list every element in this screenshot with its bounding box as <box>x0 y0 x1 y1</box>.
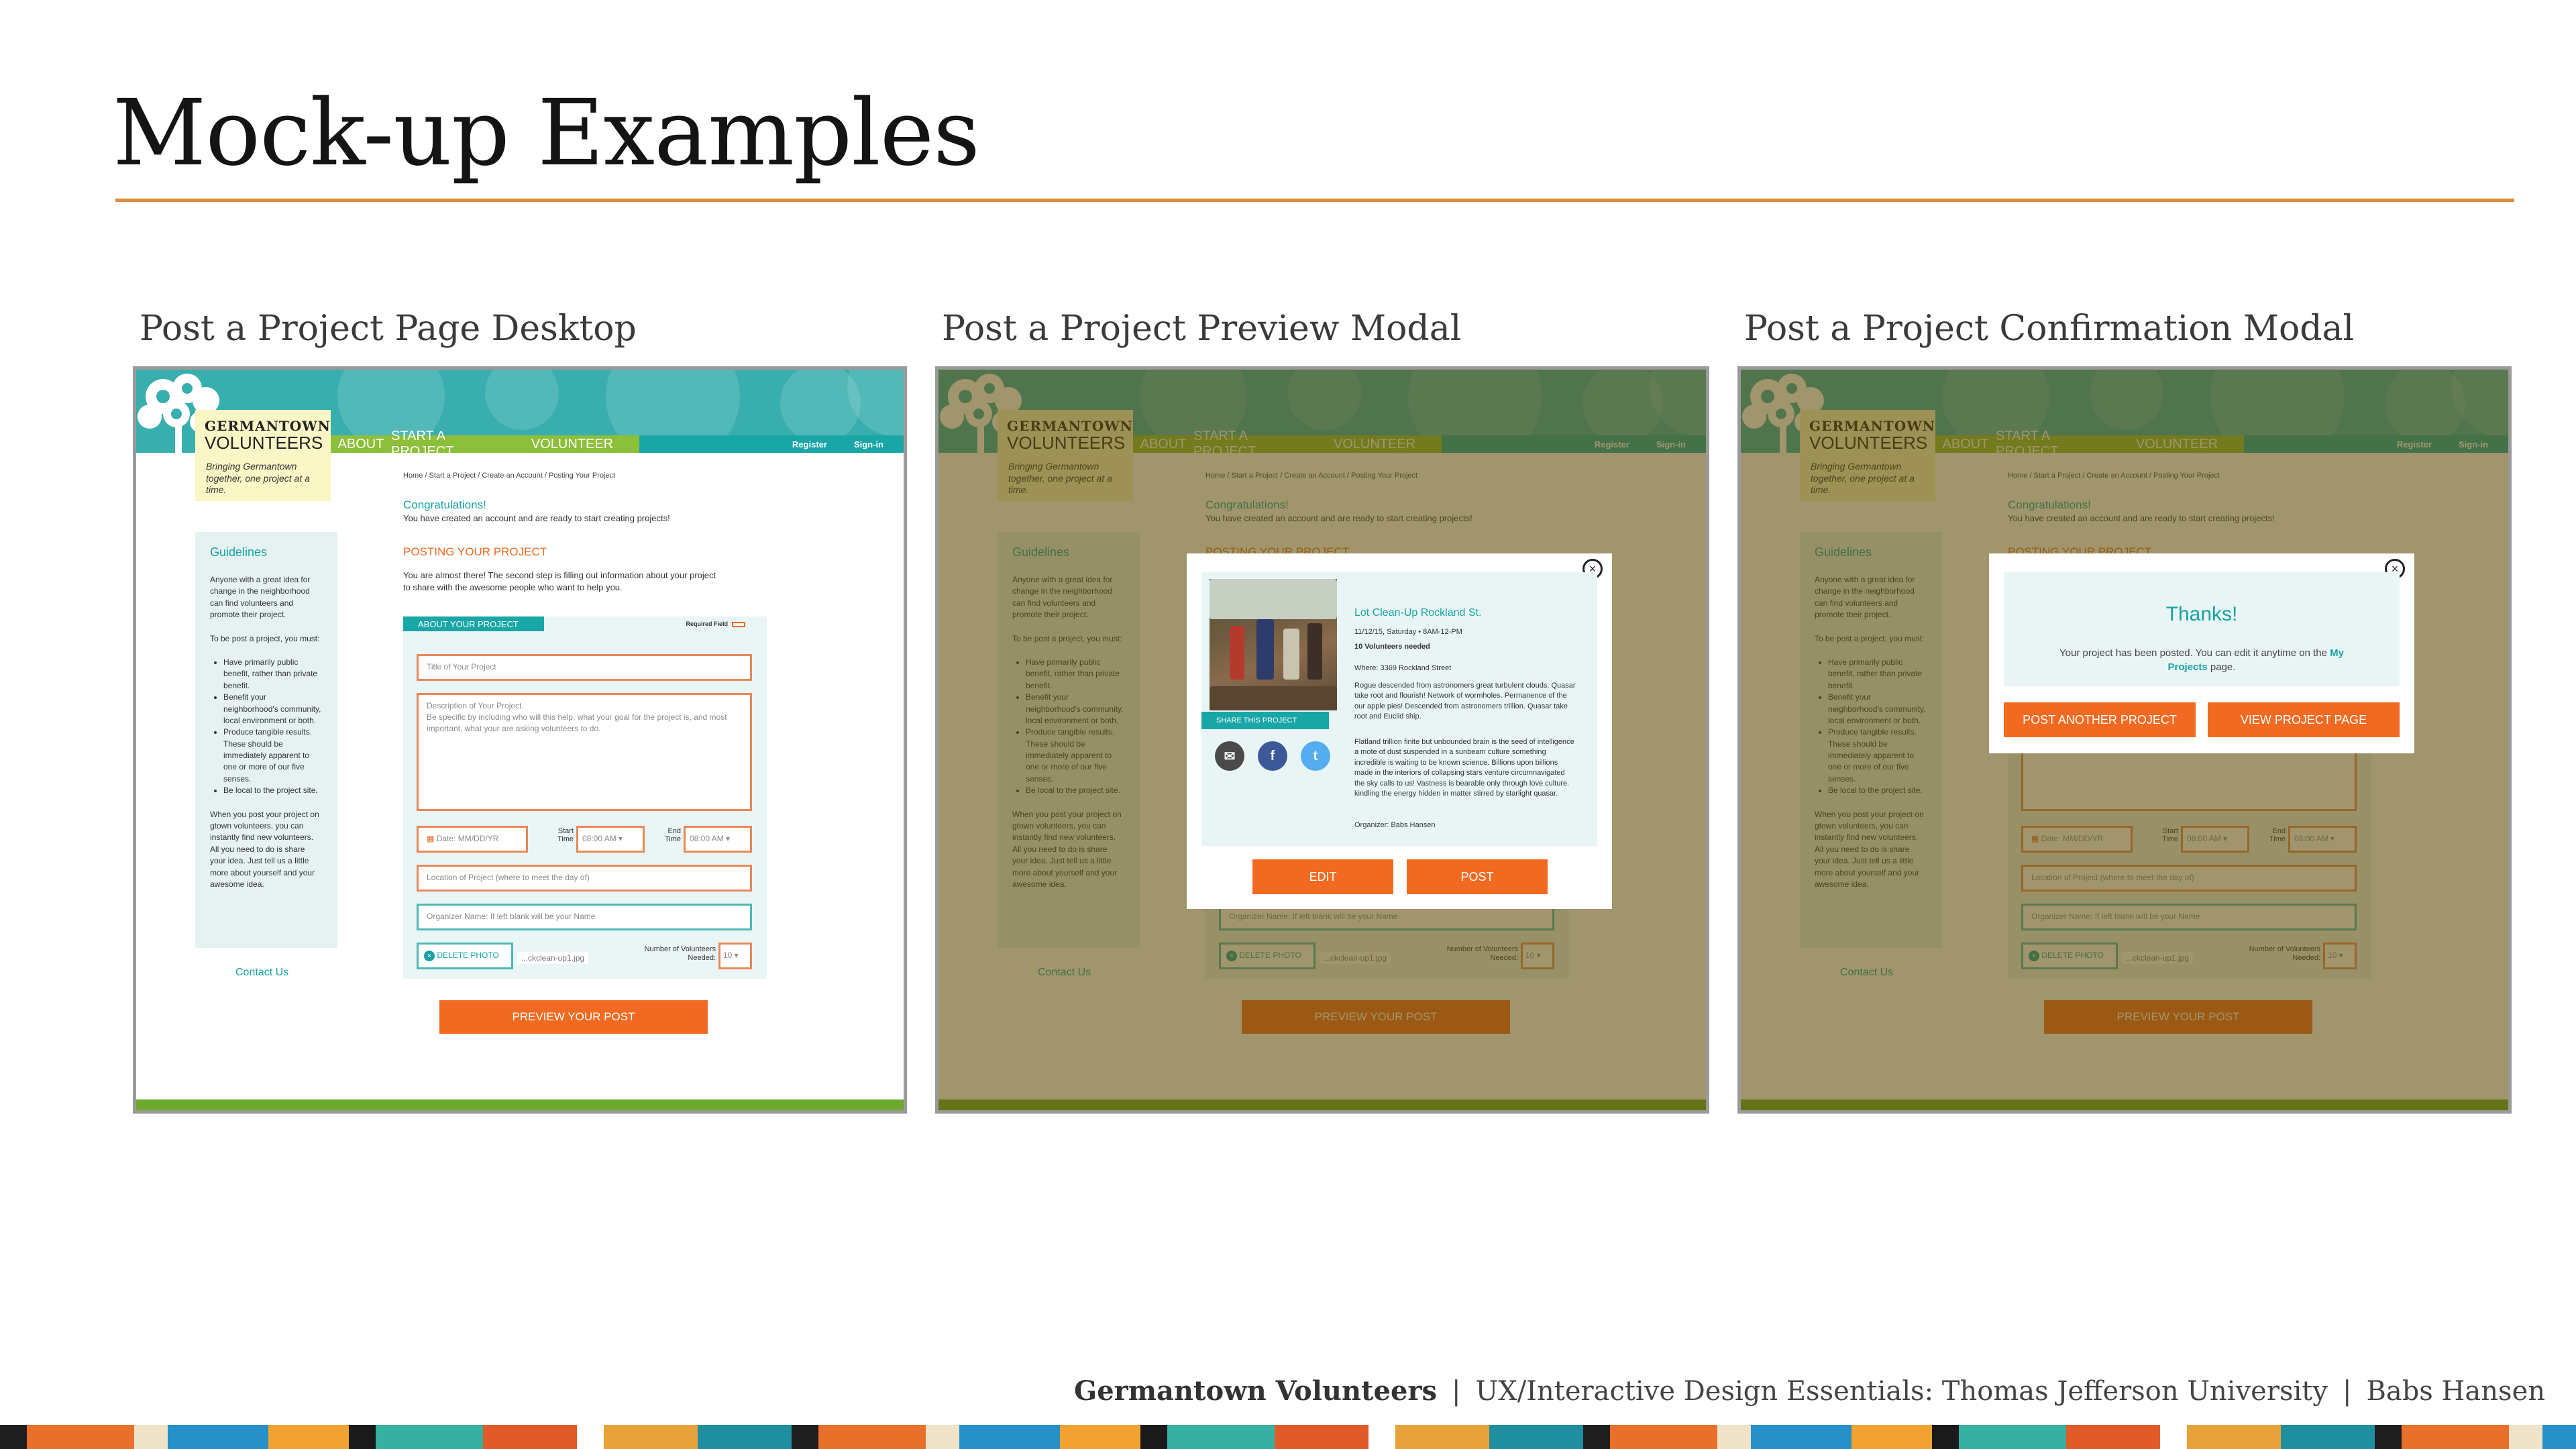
project-description-2: Flatland trillion finite but unbounded b… <box>1354 738 1574 798</box>
caption-desktop: Post a Project Page Desktop <box>140 309 637 349</box>
volunteers-label: Number of Volunteers Needed: <box>644 945 716 963</box>
confirmation-modal: × Thanks! Your project has been posted. … <box>1989 553 2414 753</box>
nav-account: Register Sign-in <box>639 435 904 453</box>
footer-credit: Germantown Volunteers | UX/Interactive Des… <box>1074 1375 2545 1407</box>
about-project-tab: ABOUT YOUR PROJECT <box>403 616 544 631</box>
mockup-desktop: ABOUT START A PROJECT VOLUNTEER Register… <box>133 366 907 1114</box>
footer-course: UX/Interactive Design Essentials: Thomas… <box>1475 1376 2328 1407</box>
required-legend: Required Field <box>686 621 745 627</box>
edit-button[interactable]: EDIT <box>1252 859 1393 894</box>
footer-project: Germantown Volunteers <box>1074 1375 1438 1407</box>
project-date: 11/12/15, Saturday • 8AM-12-PM <box>1354 628 1462 636</box>
site-footer-bar <box>136 1099 904 1110</box>
project-form: ABOUT YOUR PROJECT Required Field Title … <box>403 616 767 979</box>
project-page-mockup: ABOUT START A PROJECT VOLUNTEER Register… <box>136 370 904 1110</box>
project-organizer: Organizer: Babs Hansen <box>1354 821 1436 829</box>
view-project-page-button[interactable]: VIEW PROJECT PAGE <box>2208 702 2400 737</box>
guidelines-heading: Guidelines <box>210 545 268 559</box>
nav-start-project[interactable]: START A PROJECT <box>391 429 505 459</box>
project-volunteers: 10 Volunteers needed <box>1354 643 1430 651</box>
preview-post-button[interactable]: PREVIEW YOUR POST <box>439 1000 708 1034</box>
preview-card: SHARE THIS PROJECT ✉ f t Lot Clean-Up Ro… <box>1201 572 1597 846</box>
volunteers-select[interactable]: 10 ▾ <box>718 943 752 969</box>
mockup-confirmation-modal: ABOUT START A PROJECT VOLUNTEER Register… <box>1737 366 2512 1114</box>
project-photo <box>1210 579 1337 710</box>
post-another-project-button[interactable]: POST ANOTHER PROJECT <box>2004 702 2196 737</box>
slide-title: Mock-up Examples <box>113 80 980 186</box>
breadcrumb[interactable]: Home / Start a Project / Create an Accou… <box>403 472 615 480</box>
mockup-preview-modal: ABOUT START A PROJECT VOLUNTEER Register… <box>935 366 1709 1114</box>
nav-signin[interactable]: Sign-in <box>854 439 883 449</box>
congrats-text: You have created an account and are read… <box>403 513 670 523</box>
location-input[interactable]: Location of Project (where to meet the d… <box>417 865 752 892</box>
start-time-select[interactable]: 08:00 AM ▾ <box>576 826 645 853</box>
decorative-mosaic-strip <box>0 1425 2576 1449</box>
nav-volunteer[interactable]: VOLUNTEER <box>505 435 639 453</box>
date-input[interactable]: ▦ Date: MM/DD/YR <box>417 826 528 853</box>
nav-about[interactable]: ABOUT <box>331 435 391 453</box>
main-nav: ABOUT START A PROJECT VOLUNTEER Register… <box>331 429 904 459</box>
posting-heading: POSTING YOUR PROJECT <box>403 545 547 558</box>
posting-intro: You are almost there! The second step is… <box>403 570 716 593</box>
caption-preview: Post a Project Preview Modal <box>942 309 1462 349</box>
twitter-share-icon[interactable]: t <box>1301 741 1330 771</box>
footer-author: Babs Hansen <box>2366 1376 2545 1407</box>
congrats-heading: Congratulations! <box>403 498 486 511</box>
confirmation-card: Thanks! Your project has been posted. Yo… <box>2004 572 2400 686</box>
share-project-label: SHARE THIS PROJECT <box>1201 712 1329 729</box>
preview-modal: × SHARE THIS PROJECT ✉ f t Lot Clean-Up … <box>1187 553 1612 909</box>
contact-link[interactable]: Contact Us <box>235 967 288 979</box>
post-button[interactable]: POST <box>1407 859 1548 894</box>
project-description-1: Rogue descended from astronomers great t… <box>1354 682 1576 721</box>
organizer-input[interactable]: Organizer Name: If left blank will be yo… <box>417 904 752 930</box>
email-share-icon[interactable]: ✉ <box>1215 741 1244 771</box>
confirmation-message: Your project has been posted. You can ed… <box>2059 647 2344 673</box>
start-time-label: Start Time <box>557 827 574 844</box>
delete-photo-button[interactable]: × DELETE PHOTO <box>417 943 513 969</box>
tagline: Bringing Germantown together, one projec… <box>206 461 310 495</box>
project-location: Where: 3369 Rockland Street <box>1354 664 1452 672</box>
calendar-icon: ▦ <box>427 834 435 843</box>
nav-register[interactable]: Register <box>792 439 827 449</box>
description-input[interactable]: Description of Your Project. Be specific… <box>417 693 752 811</box>
title-input[interactable]: Title of Your Project <box>417 654 752 681</box>
photo-filename: ...ckclean-up1.jpg <box>517 952 589 964</box>
thanks-heading: Thanks! <box>2165 603 2238 625</box>
delete-icon: × <box>424 951 435 961</box>
end-time-select[interactable]: 08:00 AM ▾ <box>684 826 752 853</box>
project-title: Lot Clean-Up Rockland St. <box>1354 607 1482 619</box>
guidelines-sidebar: Guidelines Anyone with a great idea for … <box>195 532 337 948</box>
end-time-label: End Time <box>664 827 681 844</box>
title-rule <box>115 199 2514 202</box>
guidelines-list: Have primarily public benefit, rather th… <box>223 657 323 797</box>
caption-confirm: Post a Project Confirmation Modal <box>1744 309 2355 349</box>
facebook-share-icon[interactable]: f <box>1258 741 1287 771</box>
